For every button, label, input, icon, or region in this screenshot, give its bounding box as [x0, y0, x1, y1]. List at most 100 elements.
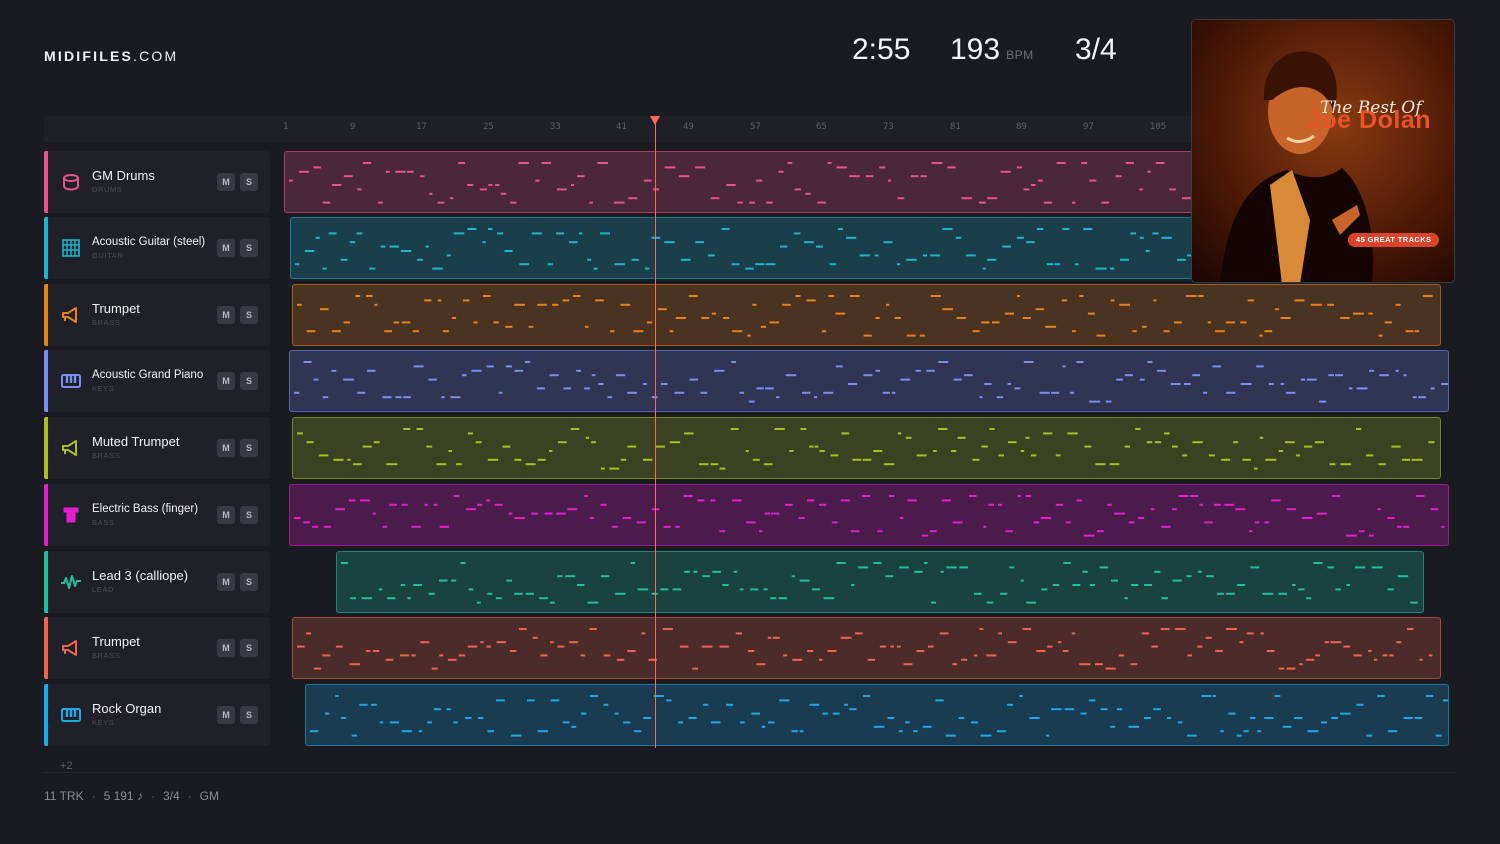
- track-name: Muted Trumpet: [92, 434, 180, 449]
- midi-note: [584, 387, 591, 390]
- midi-note: [873, 725, 885, 728]
- track-clip-lead-calliope[interactable]: [336, 551, 1424, 613]
- midi-note: [657, 308, 667, 311]
- midi-note: [304, 250, 315, 252]
- midi-note: [1286, 508, 1296, 511]
- track-header-rock-organ[interactable]: Rock Organ KEYS M S: [44, 684, 270, 746]
- midi-note: [461, 374, 467, 377]
- midi-note: [1306, 378, 1317, 381]
- track-header-acoustic-grand-piano[interactable]: Acoustic Grand Piano KEYS M S: [44, 350, 270, 412]
- mute-button[interactable]: M: [217, 439, 235, 457]
- midi-note: [451, 579, 457, 582]
- midi-note: [401, 730, 412, 733]
- midi-note: [406, 170, 414, 173]
- track-clip-electric-bass[interactable]: [289, 484, 1449, 546]
- mute-button[interactable]: M: [217, 706, 235, 724]
- solo-button[interactable]: S: [240, 706, 258, 724]
- midi-note: [341, 717, 346, 719]
- midi-note: [1020, 579, 1024, 582]
- midi-note: [710, 463, 719, 466]
- midi-note: [688, 295, 698, 297]
- mute-button[interactable]: M: [217, 306, 235, 324]
- midi-note: [983, 525, 987, 528]
- midi-note: [1186, 575, 1192, 578]
- mute-button[interactable]: M: [217, 573, 235, 591]
- track-header-trumpet-2[interactable]: Trumpet BRASS M S: [44, 617, 270, 679]
- midi-note: [945, 734, 956, 737]
- midi-note: [1346, 534, 1357, 537]
- midi-note: [873, 562, 882, 564]
- mute-button[interactable]: M: [217, 239, 235, 257]
- midi-note: [886, 303, 890, 306]
- midi-note: [1058, 641, 1062, 644]
- mute-button[interactable]: M: [217, 173, 235, 191]
- track-clip-trumpet[interactable]: [292, 284, 1441, 346]
- midi-note: [664, 166, 676, 169]
- solo-button[interactable]: S: [240, 573, 258, 591]
- midi-note: [1220, 730, 1224, 733]
- midi-note: [669, 330, 674, 333]
- midi-note: [467, 645, 478, 648]
- midi-note: [1036, 228, 1044, 230]
- midi-note: [1071, 632, 1076, 635]
- solo-button[interactable]: S: [240, 639, 258, 657]
- track-clip-rock-organ[interactable]: [305, 684, 1449, 746]
- solo-button[interactable]: S: [240, 506, 258, 524]
- track-header-muted-trumpet[interactable]: Muted Trumpet BRASS M S: [44, 417, 270, 479]
- midi-note: [581, 712, 587, 715]
- midi-note: [1124, 445, 1130, 448]
- midi-note: [593, 267, 598, 270]
- solo-button[interactable]: S: [240, 239, 258, 257]
- midi-note: [495, 597, 502, 600]
- midi-note: [1189, 495, 1199, 497]
- midi-note: [836, 562, 846, 564]
- midi-note: [549, 450, 553, 452]
- solo-button[interactable]: S: [240, 439, 258, 457]
- track-header-gm-drums[interactable]: GM Drums DRUMS M S: [44, 151, 270, 213]
- midi-note: [584, 325, 589, 328]
- midi-note: [627, 445, 637, 448]
- more-tracks-indicator[interactable]: +2: [60, 760, 73, 772]
- midi-note: [854, 632, 863, 635]
- midi-note: [365, 650, 371, 652]
- solo-button[interactable]: S: [240, 372, 258, 390]
- midi-note: [1217, 592, 1224, 595]
- solo-button[interactable]: S: [240, 173, 258, 191]
- midi-note: [1161, 525, 1171, 528]
- midi-note: [1155, 162, 1165, 164]
- midi-note: [1157, 369, 1166, 372]
- track-header-electric-bass[interactable]: Electric Bass (finger) BASS M S: [44, 484, 270, 546]
- midi-note: [347, 458, 351, 461]
- midi-note: [875, 369, 881, 372]
- midi-note: [1116, 378, 1123, 381]
- solo-button[interactable]: S: [240, 306, 258, 324]
- midi-note: [863, 374, 873, 377]
- midi-note: [1139, 188, 1143, 191]
- track-header-trumpet[interactable]: Trumpet BRASS M S: [44, 284, 270, 346]
- site-logo[interactable]: MIDIFILES.COM: [44, 48, 178, 64]
- midi-note: [1423, 295, 1433, 297]
- midi-note: [980, 734, 992, 737]
- midi-note: [693, 570, 698, 573]
- track-name: Electric Bass (finger): [92, 503, 199, 515]
- midi-note: [780, 245, 788, 248]
- track-header-acoustic-guitar[interactable]: Acoustic Guitar (steel) GUITAR M S: [44, 217, 270, 279]
- track-clip-muted-trumpet[interactable]: [292, 417, 1441, 479]
- midi-note: [939, 632, 949, 635]
- midi-note: [463, 299, 470, 302]
- mute-button[interactable]: M: [217, 372, 235, 390]
- mute-button[interactable]: M: [217, 639, 235, 657]
- mute-button[interactable]: M: [217, 506, 235, 524]
- track-clip-trumpet-2[interactable]: [292, 617, 1441, 679]
- track-clip-acoustic-grand-piano[interactable]: [289, 350, 1449, 412]
- track-header-lead-calliope[interactable]: Lead 3 (calliope) LEAD M S: [44, 551, 270, 613]
- playhead-line[interactable]: [655, 122, 656, 748]
- midi-note: [613, 201, 625, 204]
- midi-note: [1240, 321, 1247, 324]
- guitar-icon: [62, 239, 80, 257]
- midi-note: [811, 588, 820, 591]
- midi-note: [660, 588, 669, 591]
- midi-note: [726, 184, 736, 186]
- midi-note: [477, 503, 483, 506]
- track-color-bar: [44, 617, 48, 679]
